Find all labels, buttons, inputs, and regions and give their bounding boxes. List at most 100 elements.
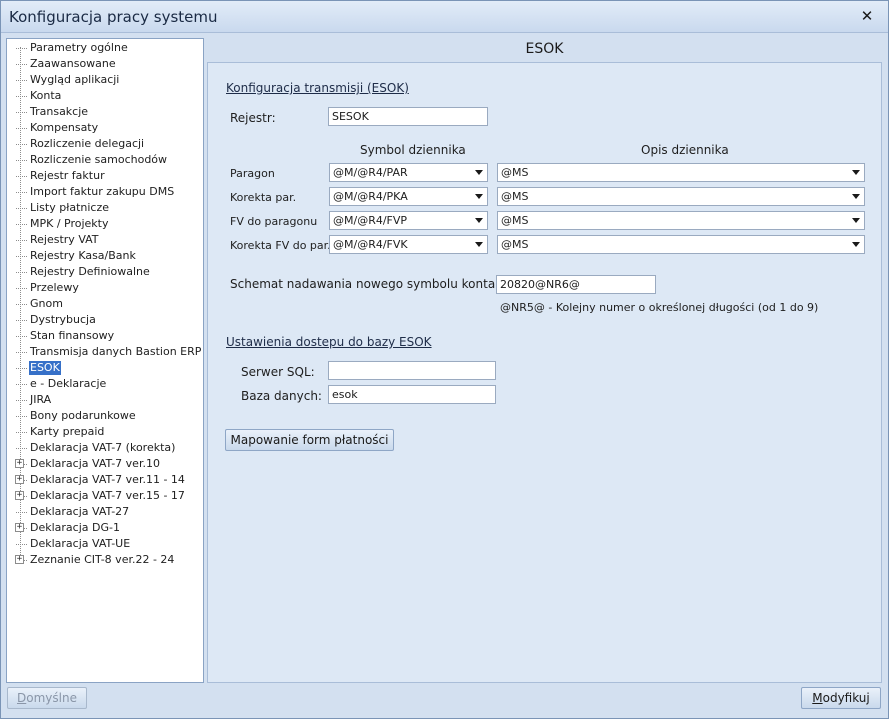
tree-item[interactable]: Rozliczenie delegacji bbox=[7, 136, 203, 152]
tree-item-label: Deklaracja VAT-27 bbox=[30, 505, 130, 518]
payment-mapping-button[interactable]: Mapowanie form płatności bbox=[225, 429, 394, 451]
close-icon[interactable]: ✕ bbox=[858, 7, 876, 25]
chevron-down-icon[interactable] bbox=[852, 218, 860, 223]
tree-item[interactable]: Parametry ogólne bbox=[7, 40, 203, 56]
settings-tree: Parametry ogólne Zaawansowane Wygląd aplik… bbox=[6, 38, 204, 683]
tree-item[interactable]: Rozliczenie samochodów bbox=[7, 152, 203, 168]
chevron-down-icon[interactable] bbox=[475, 218, 483, 223]
tree-connector bbox=[16, 160, 27, 161]
description-column-header: Opis dziennika bbox=[641, 143, 729, 157]
tree-item-label: Dystrybucja bbox=[30, 313, 96, 326]
tree-item[interactable]: Kompensaty bbox=[7, 120, 203, 136]
tree-item[interactable]: + Deklaracja VAT-7 ver.11 - 14 bbox=[7, 472, 203, 488]
tree-item-label: Rejestr faktur bbox=[30, 169, 105, 182]
tree-item[interactable]: Listy płatnicze bbox=[7, 200, 203, 216]
chevron-down-icon[interactable] bbox=[852, 194, 860, 199]
tree-item[interactable]: + Deklaracja VAT-7 ver.15 - 17 bbox=[7, 488, 203, 504]
tree-connector bbox=[16, 80, 27, 81]
journal-symbol-value: @M/@R4/PKA bbox=[333, 190, 408, 203]
tree-item[interactable]: Rejestry VAT bbox=[7, 232, 203, 248]
tree-connector bbox=[16, 128, 27, 129]
window-title: Konfiguracja pracy systemu bbox=[9, 8, 218, 26]
tree-item[interactable]: Bony podarunkowe bbox=[7, 408, 203, 424]
tree-item-label: Stan finansowy bbox=[30, 329, 115, 342]
tree-item-label: Rejestry Definiowalne bbox=[30, 265, 150, 278]
journal-description-select[interactable]: @MS bbox=[497, 211, 865, 230]
tree-item[interactable]: + Zeznanie CIT-8 ver.22 - 24 bbox=[7, 552, 203, 568]
tree-item-label: Bony podarunkowe bbox=[30, 409, 136, 422]
tree-connector bbox=[16, 240, 27, 241]
tree-item[interactable]: Deklaracja VAT-7 (korekta) bbox=[7, 440, 203, 456]
tree-item[interactable]: Transakcje bbox=[7, 104, 203, 120]
journal-description-select[interactable]: @MS bbox=[497, 187, 865, 206]
tree-item-label: Import faktur zakupu DMS bbox=[30, 185, 175, 198]
expand-icon[interactable]: + bbox=[15, 459, 24, 468]
database-input[interactable] bbox=[328, 385, 496, 404]
tree-item-label: ESOK bbox=[29, 361, 61, 375]
tree-item-label: Deklaracja VAT-7 (korekta) bbox=[30, 441, 176, 454]
scheme-hint: @NR5@ - Kolejny numer o określonej długo… bbox=[500, 301, 818, 314]
modify-button[interactable]: Modyfikuj bbox=[801, 687, 881, 709]
tree-item[interactable]: Stan finansowy bbox=[7, 328, 203, 344]
journal-description-select[interactable]: @MS bbox=[497, 235, 865, 254]
tree-item[interactable]: Import faktur zakupu DMS bbox=[7, 184, 203, 200]
tree-item[interactable]: Dystrybucja bbox=[7, 312, 203, 328]
tree-item-label: Rozliczenie delegacji bbox=[30, 137, 145, 150]
expand-icon[interactable]: + bbox=[15, 523, 24, 532]
tree-item[interactable]: JIRA bbox=[7, 392, 203, 408]
chevron-down-icon[interactable] bbox=[852, 170, 860, 175]
title-bar: Konfiguracja pracy systemu ✕ bbox=[1, 1, 888, 33]
tree-connector bbox=[16, 176, 27, 177]
tree-item[interactable]: Deklaracja VAT-UE bbox=[7, 536, 203, 552]
chevron-down-icon[interactable] bbox=[475, 194, 483, 199]
journal-symbol-select[interactable]: @M/@R4/PKA bbox=[329, 187, 488, 206]
tree-item[interactable]: Deklaracja VAT-27 bbox=[7, 504, 203, 520]
tree-item-label: e - Deklaracje bbox=[30, 377, 107, 390]
register-input[interactable] bbox=[328, 107, 488, 126]
tree-item[interactable]: Gnom bbox=[7, 296, 203, 312]
expand-icon[interactable]: + bbox=[15, 491, 24, 500]
sql-server-input[interactable] bbox=[328, 361, 496, 380]
scheme-input[interactable] bbox=[496, 275, 656, 294]
tree-item[interactable]: e - Deklaracje bbox=[7, 376, 203, 392]
esok-panel: Konfiguracja transmisji (ESOK) Rejestr: … bbox=[207, 62, 882, 683]
tree-item[interactable]: + Deklaracja DG-1 bbox=[7, 520, 203, 536]
tree-item[interactable]: Rejestry Definiowalne bbox=[7, 264, 203, 280]
default-button[interactable]: Domyślne bbox=[7, 687, 87, 709]
tree-item[interactable]: + Deklaracja VAT-7 ver.10 bbox=[7, 456, 203, 472]
journal-symbol-select[interactable]: @M/@R4/FVP bbox=[329, 211, 488, 230]
tree-item-label: Zaawansowane bbox=[30, 57, 116, 70]
journal-symbol-select[interactable]: @M/@R4/PAR bbox=[329, 163, 488, 182]
tree-connector bbox=[16, 48, 27, 49]
tree-item-label: Deklaracja VAT-UE bbox=[30, 537, 131, 550]
tree-item[interactable]: Wygląd aplikacji bbox=[7, 72, 203, 88]
chevron-down-icon[interactable] bbox=[475, 242, 483, 247]
scheme-label: Schemat nadawania nowego symbolu konta: bbox=[230, 277, 500, 291]
tree-connector bbox=[16, 400, 27, 401]
tree-item[interactable]: MPK / Projekty bbox=[7, 216, 203, 232]
journal-symbol-value: @M/@R4/FVK bbox=[333, 238, 408, 251]
journal-label: Korekta FV do par. bbox=[230, 239, 331, 252]
journal-description-select[interactable]: @MS bbox=[497, 163, 865, 182]
tree-item[interactable]: Transmisja danych Bastion ERP bbox=[7, 344, 203, 360]
tree-item-label: Deklaracja VAT-7 ver.10 bbox=[30, 457, 160, 470]
tree-item-label: Transmisja danych Bastion ERP bbox=[30, 345, 202, 358]
tree-item-label: Parametry ogólne bbox=[30, 41, 128, 54]
expand-icon[interactable]: + bbox=[15, 555, 24, 564]
tree-item[interactable]: Zaawansowane bbox=[7, 56, 203, 72]
tree-item-label: Deklaracja DG-1 bbox=[30, 521, 120, 534]
chevron-down-icon[interactable] bbox=[852, 242, 860, 247]
tree-item-label: Wygląd aplikacji bbox=[30, 73, 120, 86]
tree-item[interactable]: ESOK bbox=[7, 360, 203, 376]
tree-item-label: Gnom bbox=[30, 297, 63, 310]
tree-connector bbox=[16, 144, 27, 145]
tree-item[interactable]: Konta bbox=[7, 88, 203, 104]
tree-item[interactable]: Karty prepaid bbox=[7, 424, 203, 440]
chevron-down-icon[interactable] bbox=[475, 170, 483, 175]
expand-icon[interactable]: + bbox=[15, 475, 24, 484]
journal-symbol-select[interactable]: @M/@R4/FVK bbox=[329, 235, 488, 254]
tree-item[interactable]: Rejestry Kasa/Bank bbox=[7, 248, 203, 264]
tree-item[interactable]: Przelewy bbox=[7, 280, 203, 296]
tree-item[interactable]: Rejestr faktur bbox=[7, 168, 203, 184]
tree-connector bbox=[16, 352, 27, 353]
